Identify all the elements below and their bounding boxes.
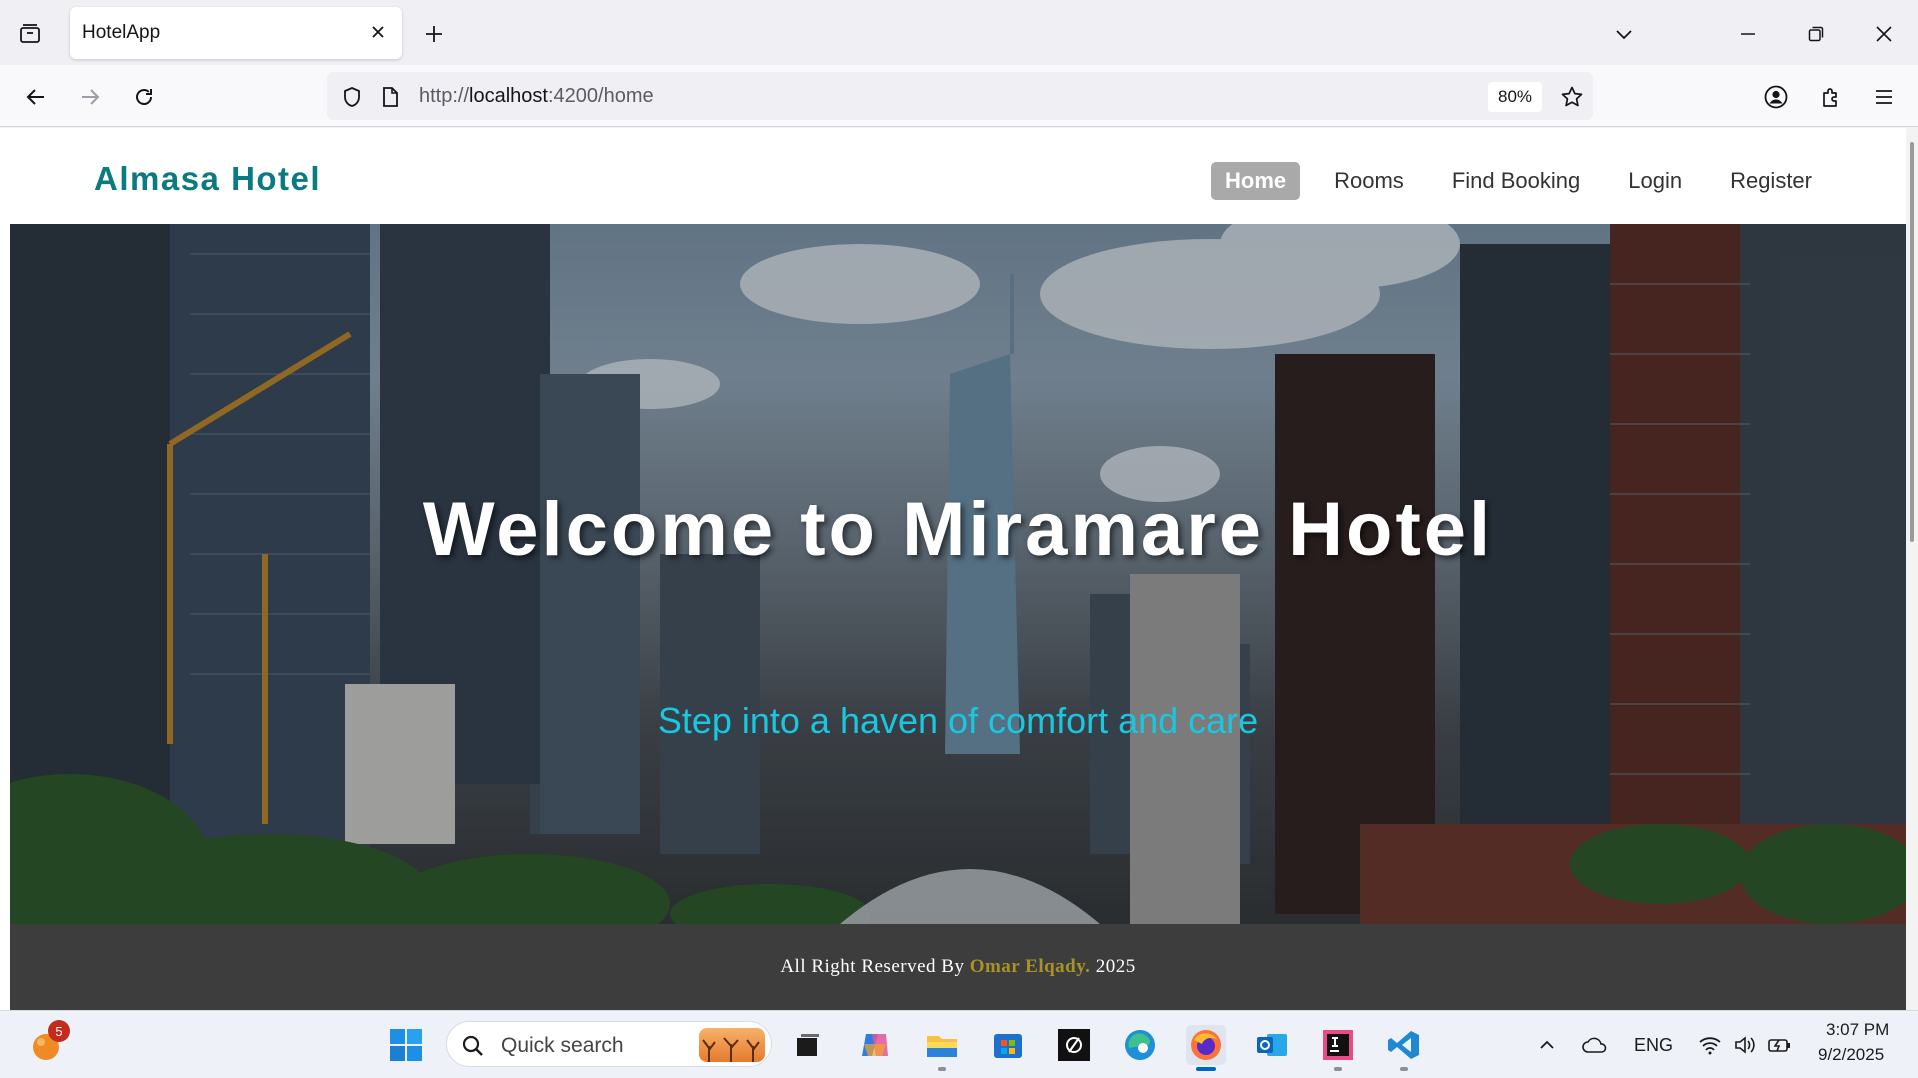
back-arrow-icon[interactable]: [18, 79, 54, 115]
hero-title: Welcome to Miramare Hotel: [422, 487, 1494, 572]
onedrive-cloud-icon[interactable]: [1575, 1025, 1615, 1065]
new-tab-plus-icon[interactable]: [418, 18, 450, 50]
url-path: :4200/home: [547, 85, 654, 107]
terminal-app-icon[interactable]: [1054, 1025, 1094, 1065]
file-explorer-icon[interactable]: [922, 1025, 962, 1071]
microsoft-store-icon[interactable]: [988, 1025, 1028, 1065]
brand-logo[interactable]: Almasa Hotel: [94, 160, 321, 198]
nav-register[interactable]: Register: [1716, 162, 1826, 200]
battery-charging-icon[interactable]: [1760, 1025, 1800, 1065]
tab-title: HotelApp: [82, 22, 161, 43]
active-indicator: [1196, 1067, 1216, 1071]
footer-year: 2025: [1095, 956, 1136, 977]
edge-browser-icon[interactable]: [1120, 1025, 1160, 1065]
windows-taskbar: 5 Quick search ENG 3:07 PM 9/2/2025: [0, 1010, 1918, 1078]
zoom-level-badge[interactable]: 80%: [1488, 82, 1542, 112]
star-bookmark-icon[interactable]: [1557, 82, 1587, 112]
hamburger-menu-icon[interactable]: [1866, 79, 1902, 115]
url-text[interactable]: http://localhost:4200/home: [419, 85, 654, 108]
nav-rooms[interactable]: Rooms: [1320, 162, 1418, 200]
language-indicator[interactable]: ENG: [1634, 1035, 1673, 1056]
notification-badge: 5: [48, 1020, 70, 1042]
clock-time[interactable]: 3:07 PM: [1826, 1020, 1889, 1040]
running-indicator: [1400, 1067, 1408, 1071]
site-footer: All Right Reserved By Omar Elqady. 2025: [10, 924, 1906, 1010]
page-scrollbar[interactable]: [1906, 128, 1918, 1010]
forward-arrow-icon[interactable]: [72, 79, 108, 115]
close-icon[interactable]: [366, 20, 390, 44]
shield-icon[interactable]: [339, 84, 365, 110]
footer-author: Omar Elqady.: [969, 956, 1091, 977]
chevron-up-icon[interactable]: [1527, 1025, 1567, 1065]
close-window-icon[interactable]: [1866, 16, 1902, 52]
scrollbar-thumb[interactable]: [1910, 142, 1914, 542]
address-bar[interactable]: http://localhost:4200/home 80%: [327, 72, 1593, 120]
url-host: localhost: [469, 85, 548, 107]
search-highlight-image: [699, 1028, 765, 1062]
main-nav: Home Rooms Find Booking Login Register: [1211, 162, 1826, 200]
restore-icon[interactable]: [1798, 16, 1834, 52]
site-header: Almasa Hotel Home Rooms Find Booking Log…: [10, 128, 1906, 224]
account-icon[interactable]: [1758, 79, 1794, 115]
browser-tab-bar: HotelApp: [0, 0, 1918, 65]
vscode-icon[interactable]: [1384, 1025, 1424, 1071]
copilot-icon[interactable]: [855, 1025, 895, 1065]
url-scheme: http://: [419, 85, 470, 107]
volume-icon[interactable]: [1725, 1025, 1765, 1065]
task-view-icon[interactable]: [788, 1025, 828, 1065]
hero-banner: Welcome to Miramare Hotel Step into a ha…: [10, 224, 1906, 924]
hero-subtitle: Step into a haven of comfort and care: [657, 700, 1259, 741]
page-viewport: Almasa Hotel Home Rooms Find Booking Log…: [0, 128, 1918, 1010]
chevron-down-icon[interactable]: [1608, 18, 1640, 50]
windows-start-icon[interactable]: [386, 1025, 426, 1065]
extensions-puzzle-icon[interactable]: [1813, 79, 1849, 115]
footer-text: All Right Reserved By Omar Elqady. 2025: [780, 956, 1135, 978]
search-icon: [462, 1035, 483, 1056]
footer-prefix: All Right Reserved By: [780, 956, 965, 977]
reload-icon[interactable]: [126, 79, 162, 115]
intellij-idea-icon[interactable]: [1318, 1025, 1358, 1071]
nav-home[interactable]: Home: [1211, 162, 1301, 200]
search-placeholder: Quick search: [501, 1034, 624, 1057]
firefox-icon[interactable]: [1186, 1025, 1226, 1071]
running-indicator: [1334, 1067, 1342, 1071]
page-info-icon[interactable]: [377, 84, 403, 110]
tab-list-icon[interactable]: [14, 18, 46, 50]
browser-nav-bar: http://localhost:4200/home 80%: [0, 65, 1918, 127]
nav-find-booking[interactable]: Find Booking: [1438, 162, 1594, 200]
taskbar-search[interactable]: Quick search: [446, 1021, 772, 1067]
nav-login[interactable]: Login: [1614, 162, 1696, 200]
running-indicator: [938, 1067, 946, 1071]
clock-date[interactable]: 9/2/2025: [1818, 1045, 1884, 1065]
outlook-icon[interactable]: [1252, 1025, 1292, 1065]
wifi-icon[interactable]: [1690, 1025, 1730, 1065]
minimize-icon[interactable]: [1730, 16, 1766, 52]
browser-tab-active[interactable]: HotelApp: [70, 7, 402, 59]
